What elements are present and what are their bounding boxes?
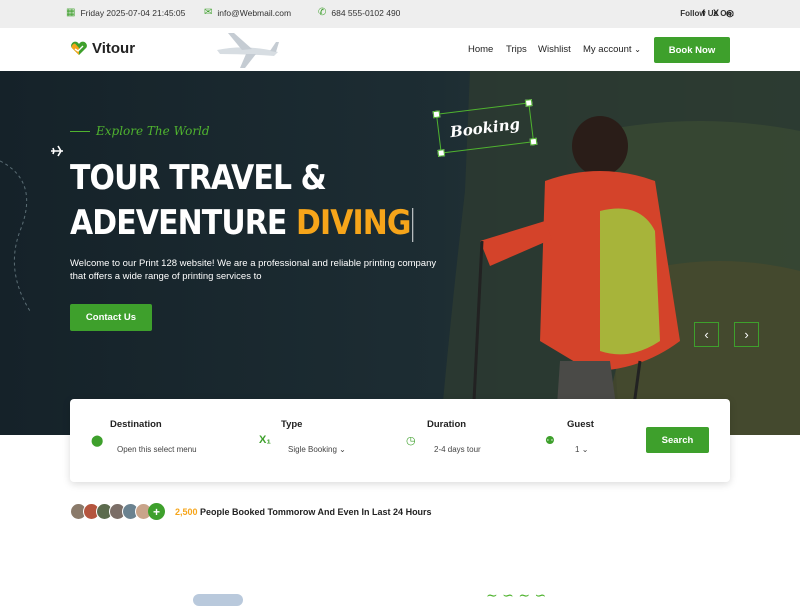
booked-count: 2,500 [175,506,198,517]
facebook-icon[interactable]: f [702,8,705,18]
section-script-heading: ∼ ∽ ∼ ∽ [486,588,547,604]
nav-my-account[interactable]: My account ⌄ [583,44,641,55]
hero-title-line2: ADEVENTURE DIVING [70,203,414,243]
type-value: Sigle Booking [288,445,337,454]
top-bar: ▦ Friday 2025-07-04 21:45:05 ✉ info@Webm… [0,0,800,28]
guest-value: 1 [575,445,580,454]
title-highlight: DIVING [295,203,411,243]
title-prefix: ADEVENTURE [70,203,296,243]
nav-trips[interactable]: Trips [506,44,527,55]
type-label: Type [281,419,303,430]
email-text[interactable]: info@Webmail.com [217,8,291,18]
airplane-icon [51,145,63,157]
booked-strip: + 2,500 People Booked Tommorow And Even … [70,503,432,520]
book-now-button[interactable]: Book Now [654,37,730,63]
mail-icon: ✉ [204,7,213,18]
destination-label: Destination [110,419,162,430]
phone-item[interactable]: ✆ 684 555-0102 490 [318,7,400,19]
calendar-icon: ▦ [66,7,76,18]
destination-select[interactable]: Open this select menu [117,445,197,454]
logo-text: Vitour [92,40,136,57]
instagram-icon[interactable]: ◎ [726,8,734,19]
hero-section: Explore The World TOUR TRAVEL & ADEVENTU… [0,71,800,435]
x-twitter-icon[interactable]: X [713,8,719,18]
chevron-down-icon: ⌄ [339,445,346,454]
destination-value: Open this select menu [117,445,197,454]
guest-label: Guest [567,419,594,430]
handle-top-left [432,110,441,119]
clock-icon: ◷ [406,435,416,447]
chevron-left-icon: ‹ [704,327,709,342]
booking-tag-text: Booking [449,114,521,142]
hero-title-line1: TOUR TRAVEL & [70,158,327,198]
nav-my-account-label: My account [583,44,632,55]
nav-wishlist[interactable]: Wishlist [538,44,571,55]
chevron-right-icon: › [744,327,749,342]
add-icon[interactable]: + [148,503,165,520]
email-item[interactable]: ✉ info@Webmail.com [204,7,291,19]
destination-field[interactable]: Destination Open this select menu [110,419,197,454]
contact-us-button[interactable]: Contact Us [70,304,152,331]
text-cursor [412,207,414,242]
handle-bottom-right [529,137,538,146]
hero-description: Welcome to our Print 128 website! We are… [70,258,437,282]
decorative-shape [193,594,243,606]
type-field[interactable]: Type Sigle Booking ⌄ [281,419,346,454]
heart-logo-icon [71,41,87,55]
chevron-down-icon: ⌄ [581,445,589,454]
duration-label: Duration [427,419,467,430]
duration-value: 2-4 days tour [434,445,481,454]
booking-search-bar: ⬤ Destination Open this select menu X₁ T… [70,399,730,482]
search-button[interactable]: Search [646,427,709,453]
phone-icon: ✆ [318,7,327,18]
type-icon: X₁ [259,434,271,446]
guest-field[interactable]: Guest 1 ⌄ [567,419,594,454]
guest-select[interactable]: 1 ⌄ [575,445,588,454]
slider-prev-button[interactable]: ‹ [694,322,719,347]
hero-tagline: Explore The World [70,124,210,138]
slider-next-button[interactable]: › [734,322,759,347]
booked-message: People Booked Tommorow And Even In Last … [197,506,432,517]
handle-top-right [524,99,533,107]
phone-text[interactable]: 684 555-0102 490 [331,8,400,18]
handle-bottom-left [437,149,446,157]
tagline-line [70,130,90,132]
location-pin-icon: ⬤ [91,435,104,447]
airplane-image [217,33,279,68]
logo[interactable]: Vitour [70,40,135,57]
chevron-down-icon: ⌄ [634,45,641,54]
main-header: Vitour Home Trips Wishlist My account ⌄ … [0,28,800,71]
nav-home[interactable]: Home [468,44,493,55]
duration-field[interactable]: Duration 2-4 days tour [427,419,481,454]
duration-select[interactable]: 2-4 days tour [434,445,481,454]
date-item: ▦ Friday 2025-07-04 21:45:05 [66,7,186,19]
booked-text: 2,500 People Booked Tommorow And Even In… [175,507,432,517]
date-text: Friday 2025-07-04 21:45:05 [80,8,186,18]
guest-icon: ⚉ [545,435,555,447]
tagline-text: Explore The World [96,124,210,138]
type-select[interactable]: Sigle Booking ⌄ [288,445,346,454]
